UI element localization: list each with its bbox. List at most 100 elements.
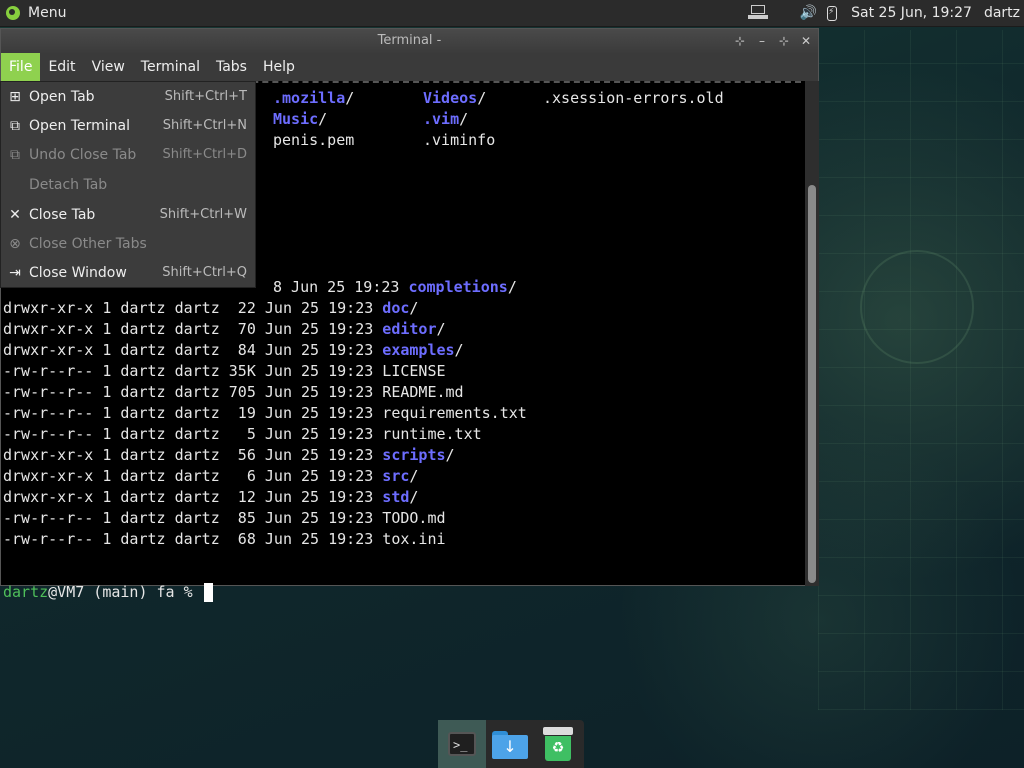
menu-item-open-terminal[interactable]: ⧉ Open Terminal Shift+Ctrl+N <box>1 113 255 139</box>
row-name: runtime.txt <box>382 425 482 443</box>
clock[interactable]: Sat 25 Jun, 19:27 <box>851 5 972 21</box>
dock: >_ ↓ ♻ <box>438 720 584 768</box>
row-name: examples <box>382 341 455 359</box>
entry-suffix: / <box>459 110 469 128</box>
row-name: requirements.txt <box>382 404 527 422</box>
terminal-scrollbar[interactable] <box>805 81 819 586</box>
row-suffix: / <box>409 488 419 506</box>
menu-item-shortcut: Shift+Ctrl+D <box>162 147 247 162</box>
pin-icon[interactable]: ⊹ <box>734 29 746 53</box>
listing-row: drwxr-xr-x 1 dartz dartz 70 Jun 25 19:23… <box>3 319 446 340</box>
trash-icon: ♻ <box>543 727 573 761</box>
menu-item-close-window[interactable]: ⇥ Close Window Shift+Ctrl+Q <box>1 260 255 286</box>
row-meta: -rw-r--r-- 1 dartz dartz 19 Jun 25 19:23 <box>3 404 383 422</box>
listing-row: drwxr-xr-x 1 dartz dartz 6 Jun 25 19:23 … <box>3 466 418 487</box>
battery-icon[interactable] <box>827 5 838 21</box>
listing-row: -rw-r--r-- 1 dartz dartz 35K Jun 25 19:2… <box>3 361 446 382</box>
listing-row: 8 Jun 25 19:23 completions/ <box>273 277 517 298</box>
maximize-icon[interactable]: ⊹ <box>778 29 790 53</box>
dock-downloads[interactable]: ↓ <box>486 720 534 768</box>
menu-label: Menu <box>28 5 67 21</box>
row-name: TODO.md <box>382 509 446 527</box>
entry-suffix: / <box>477 89 487 107</box>
row-meta: -rw-r--r-- 1 dartz dartz 705 Jun 25 19:2… <box>3 383 383 401</box>
menu-item-shortcut: Shift+Ctrl+T <box>164 89 247 104</box>
entry-suffix: / <box>345 89 355 107</box>
menu-item-label: Close Tab <box>29 207 96 223</box>
menu-button[interactable]: Menu <box>0 0 72 26</box>
menu-item-close-tab[interactable]: ✕ Close Tab Shift+Ctrl+W <box>1 202 255 228</box>
file-menu-dropdown: ⊞ Open Tab Shift+Ctrl+T ⧉ Open Terminal Shift… <box>0 81 256 288</box>
menu-item-undo-close-tab[interactable]: ⧉ Undo Close Tab Shift+Ctrl+D <box>1 142 255 168</box>
row-name: tox.ini <box>382 530 446 548</box>
row-meta: drwxr-xr-x 1 dartz dartz 6 Jun 25 19:23 <box>3 467 383 485</box>
menu-item-shortcut: Shift+Ctrl+W <box>159 207 247 222</box>
scrollbar-thumb[interactable] <box>808 185 816 583</box>
row-meta: 8 Jun 25 19:23 <box>273 278 409 296</box>
menu-item-label: Close Other Tabs <box>29 236 147 252</box>
listing-row: -rw-r--r-- 1 dartz dartz 68 Jun 25 19:23… <box>3 529 446 550</box>
entry-name: .mozilla <box>273 89 346 107</box>
shell-prompt[interactable]: dartz@VM7 (main) fa % <box>3 582 213 603</box>
minimize-icon[interactable]: – <box>756 29 768 53</box>
dock-trash[interactable]: ♻ <box>534 720 582 768</box>
row-name: LICENSE <box>382 362 446 380</box>
entry-name: .vim <box>423 110 460 128</box>
close-window-icon[interactable]: ✕ <box>800 29 812 53</box>
volume-icon[interactable]: 🔊 <box>800 5 817 21</box>
menu-terminal[interactable]: Terminal <box>133 53 208 81</box>
menu-item-label: Close Window <box>29 265 127 281</box>
menu-item-open-tab[interactable]: ⊞ Open Tab Shift+Ctrl+T <box>1 84 255 110</box>
menu-view[interactable]: View <box>84 53 133 81</box>
entry-name: Music <box>273 110 319 128</box>
listing-entry: .viminfo <box>423 130 495 151</box>
user-menu[interactable]: dartz <box>984 5 1020 21</box>
menu-tabs[interactable]: Tabs <box>208 53 255 81</box>
undo-close-tab-icon: ⧉ <box>10 147 20 163</box>
network-icon[interactable] <box>747 5 768 21</box>
row-suffix: / <box>445 446 455 464</box>
row-suffix: / <box>409 467 419 485</box>
menu-item-detach-tab[interactable]: Detach Tab <box>1 172 255 198</box>
listing-row: -rw-r--r-- 1 dartz dartz 5 Jun 25 19:23 … <box>3 424 482 445</box>
menu-item-label: Open Tab <box>29 89 95 105</box>
text-cursor <box>203 582 213 602</box>
row-name: std <box>382 488 410 506</box>
listing-row: -rw-r--r-- 1 dartz dartz 85 Jun 25 19:23… <box>3 508 446 529</box>
window-titlebar[interactable]: Terminal - ⊹ – ⊹ ✕ <box>1 29 818 53</box>
terminal-icon: >_ <box>448 732 476 756</box>
listing-row: drwxr-xr-x 1 dartz dartz 22 Jun 25 19:23… <box>3 298 418 319</box>
row-name: scripts <box>382 446 446 464</box>
prompt-host: @VM7 (main) fa % <box>48 582 202 601</box>
menu-item-label: Open Terminal <box>29 118 131 134</box>
row-name: completions <box>408 278 508 296</box>
prompt-user: dartz <box>3 582 49 601</box>
row-name: editor <box>382 320 437 338</box>
menu-item-close-other-tabs[interactable]: ⊗ Close Other Tabs <box>1 231 255 257</box>
listing-row: drwxr-xr-x 1 dartz dartz 12 Jun 25 19:23… <box>3 487 418 508</box>
row-name: src <box>382 467 410 485</box>
close-icon: ✕ <box>9 207 21 223</box>
listing-entry: Music/ <box>273 109 327 130</box>
dock-terminal[interactable]: >_ <box>438 720 486 768</box>
row-suffix: / <box>436 320 446 338</box>
row-meta: -rw-r--r-- 1 dartz dartz 5 Jun 25 19:23 <box>3 425 383 443</box>
row-meta: drwxr-xr-x 1 dartz dartz 56 Jun 25 19:23 <box>3 446 383 464</box>
downloads-folder-icon: ↓ <box>492 729 528 759</box>
listing-row: -rw-r--r-- 1 dartz dartz 705 Jun 25 19:2… <box>3 382 464 403</box>
top-panel: Menu 🔊 Sat 25 Jun, 19:27 dartz <box>0 0 1024 27</box>
listing-entry: .mozilla/ <box>273 88 354 109</box>
listing-entry: .xsession-errors.old <box>543 88 724 109</box>
row-name: doc <box>382 299 410 317</box>
row-suffix: / <box>454 341 464 359</box>
menu-help[interactable]: Help <box>255 53 303 81</box>
entry-name: penis.pem <box>273 131 355 149</box>
row-meta: drwxr-xr-x 1 dartz dartz 84 Jun 25 19:23 <box>3 341 383 359</box>
menu-file[interactable]: File <box>1 53 41 81</box>
row-meta: -rw-r--r-- 1 dartz dartz 68 Jun 25 19:23 <box>3 530 383 548</box>
row-meta: drwxr-xr-x 1 dartz dartz 12 Jun 25 19:23 <box>3 488 383 506</box>
mint-logo-icon <box>6 6 20 20</box>
window-title: Terminal - <box>377 33 442 48</box>
menu-edit[interactable]: Edit <box>40 53 83 81</box>
entry-name: .xsession-errors.old <box>543 89 724 107</box>
